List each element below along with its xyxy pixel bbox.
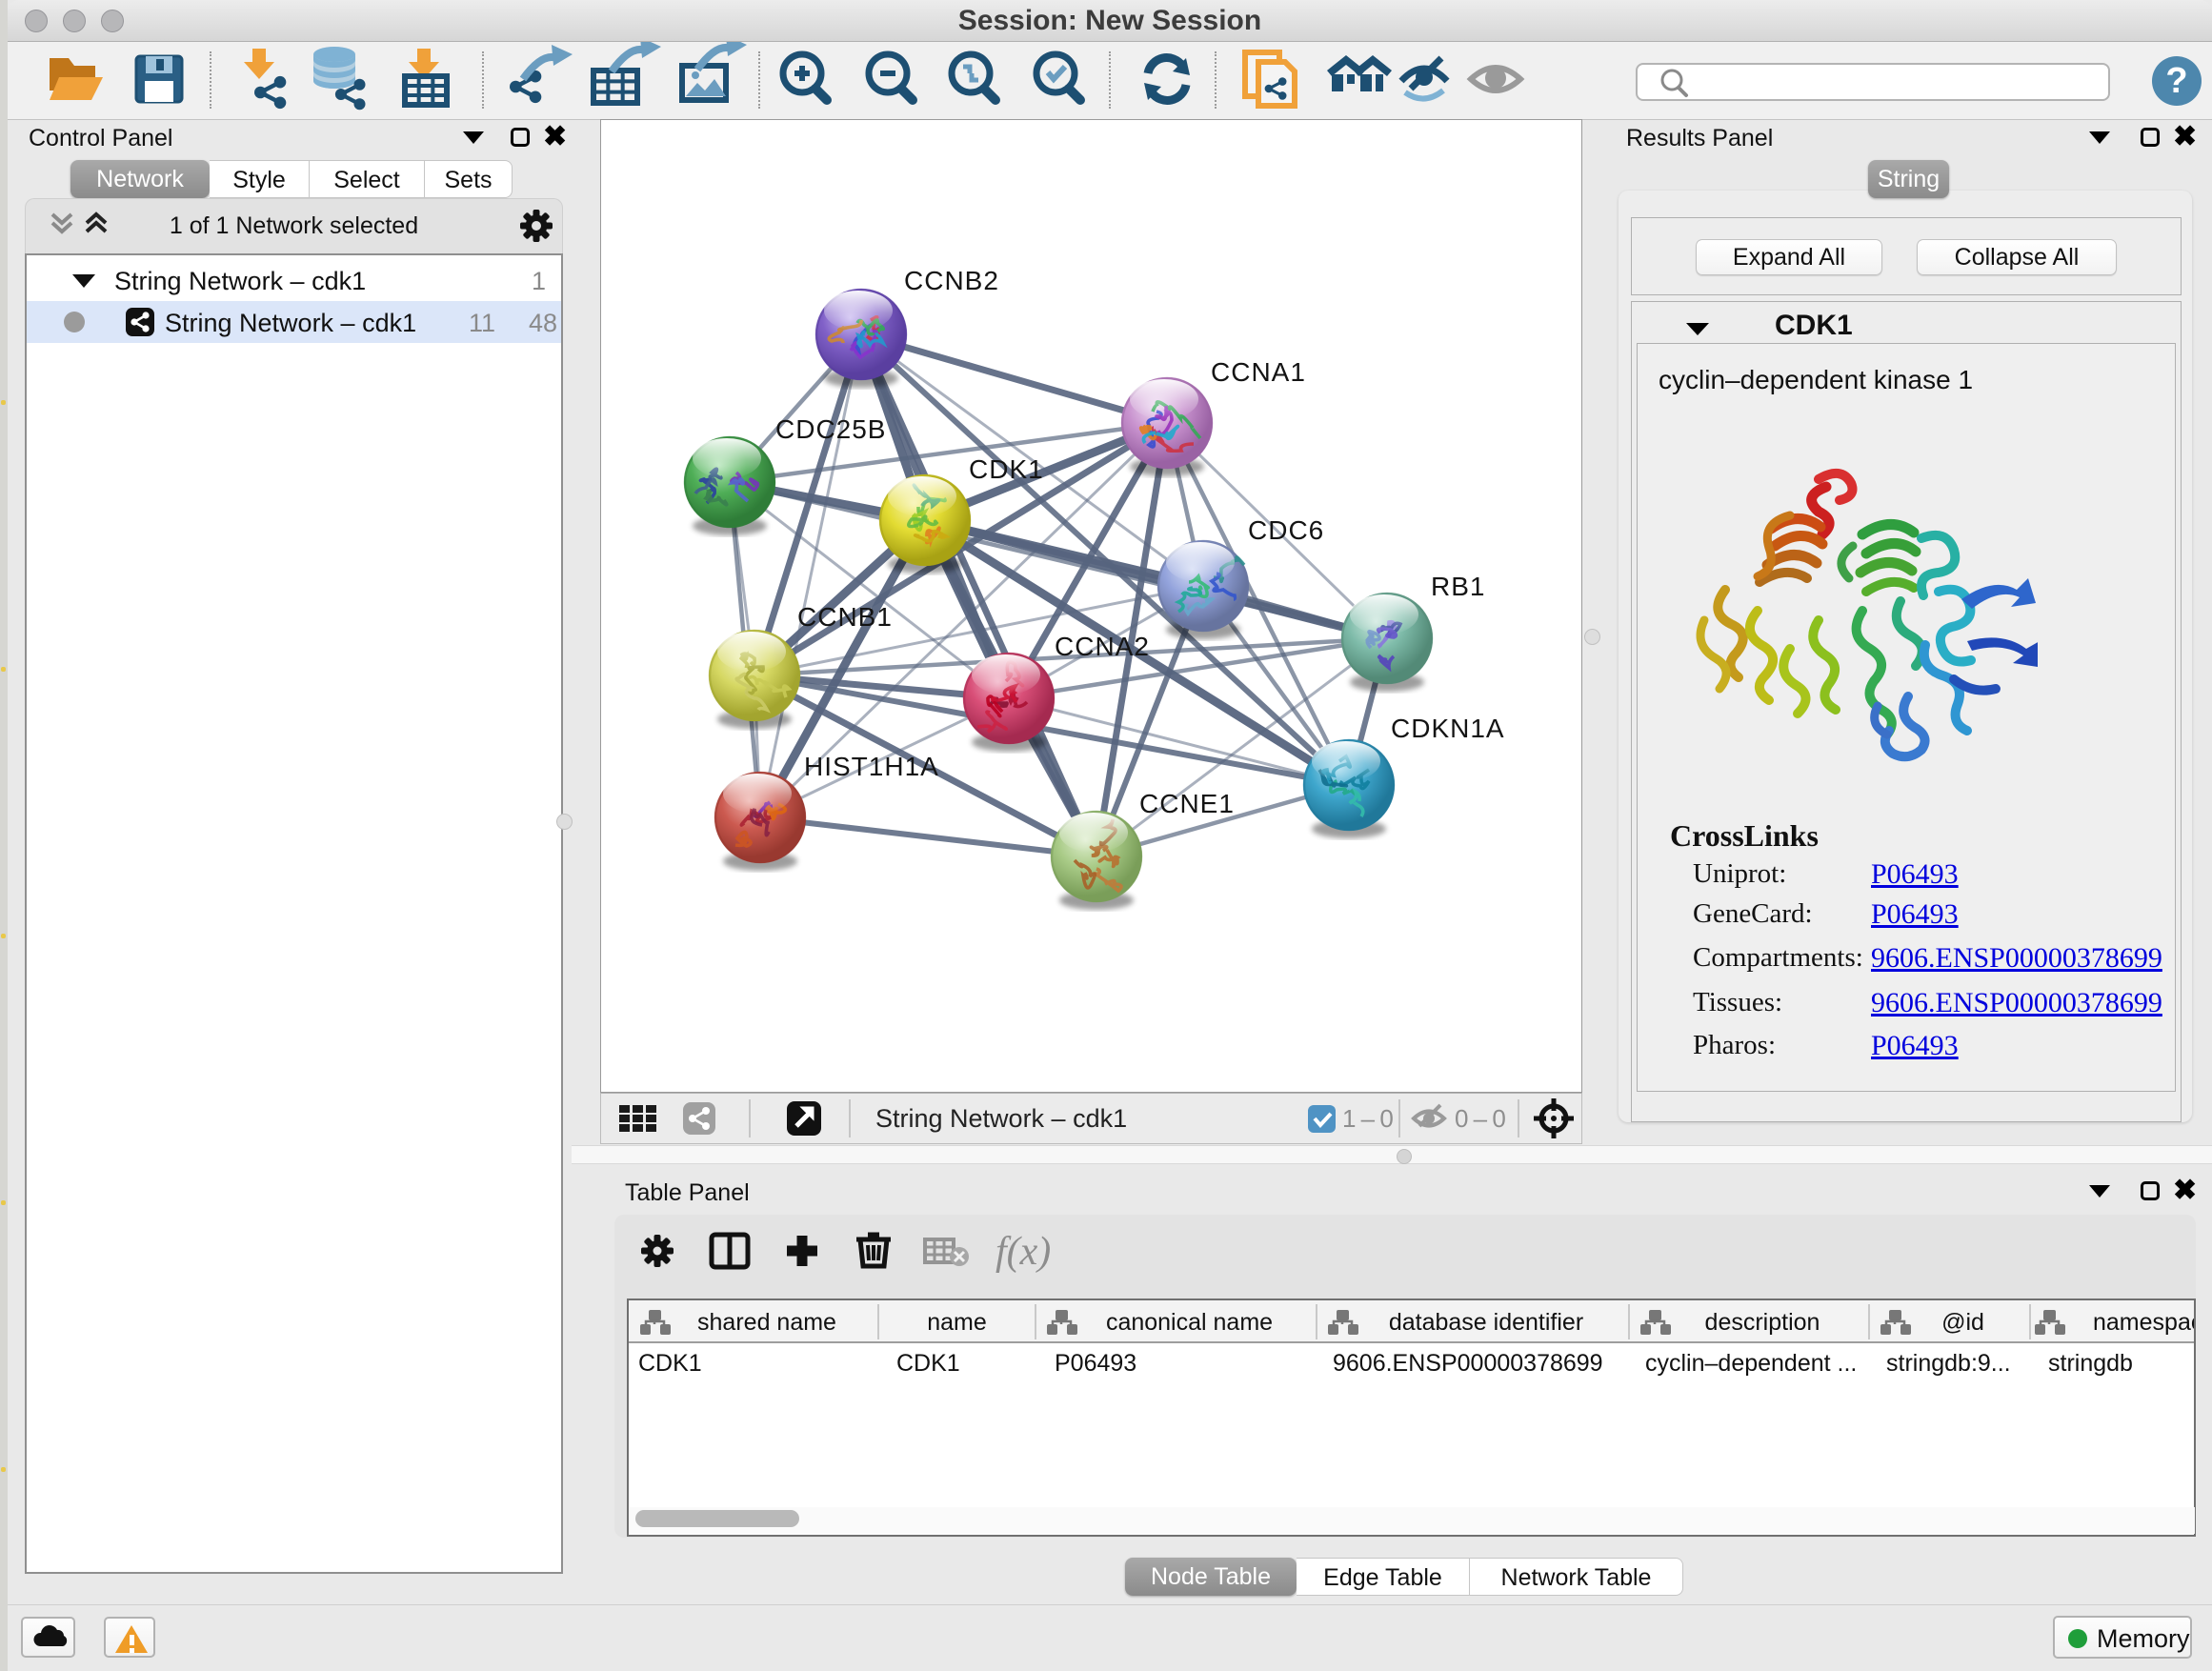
svg-text:name: name [927, 1309, 987, 1336]
svg-text:CDK1: CDK1 [969, 454, 1044, 484]
svg-text:CDKN1A: CDKN1A [1391, 714, 1505, 743]
svg-text:CCNA1: CCNA1 [1211, 357, 1306, 387]
svg-text:namespace: namespace [2093, 1309, 2194, 1336]
svg-text:CDC25B: CDC25B [775, 414, 886, 444]
svg-text:HIST1H1A: HIST1H1A [804, 752, 939, 781]
svg-text:@id: @id [1941, 1309, 1984, 1336]
svg-text:CCNB1: CCNB1 [797, 602, 893, 632]
svg-text:?: ? [2165, 61, 2187, 101]
svg-text:String Network – cdk1: String Network – cdk1 [875, 1104, 1127, 1133]
svg-text:description: description [1705, 1309, 1820, 1336]
svg-text:database identifier: database identifier [1389, 1309, 1583, 1336]
svg-text:1 – 0: 1 – 0 [1342, 1104, 1394, 1133]
svg-text:0 – 0: 0 – 0 [1455, 1104, 1506, 1133]
svg-text:shared name: shared name [697, 1309, 836, 1336]
svg-text:CCNA2: CCNA2 [1055, 632, 1150, 661]
svg-text:CDC6: CDC6 [1248, 515, 1324, 545]
svg-text:RB1: RB1 [1431, 572, 1485, 601]
svg-text:f(x): f(x) [995, 1230, 1051, 1274]
svg-text:CCNE1: CCNE1 [1139, 789, 1235, 818]
svg-text:canonical name: canonical name [1106, 1309, 1273, 1336]
svg-text:CCNB2: CCNB2 [904, 266, 999, 295]
